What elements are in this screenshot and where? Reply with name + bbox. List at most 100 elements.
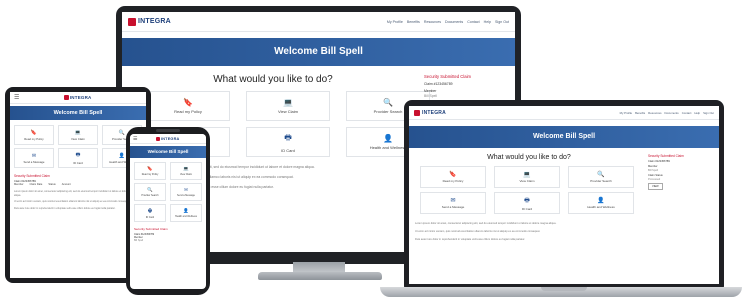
tile-health-wellness[interactable]: 👤 Health and Wellness bbox=[170, 204, 202, 222]
tile-provider-search[interactable]: 🔍 Provider Search bbox=[568, 166, 634, 188]
welcome-banner: Welcome Bill Spell bbox=[409, 126, 719, 148]
sidebar-sub: Bill Spell bbox=[424, 94, 438, 98]
tile-label: Health and Wellness bbox=[369, 145, 407, 150]
laptop-main: What would you like to do? 🔖 Read my Poli… bbox=[414, 154, 644, 214]
search-icon: 🔍 bbox=[383, 98, 393, 107]
smartphone: ☰ INTEGRA Welcome Bill Spell 🔖 Read my Po… bbox=[126, 127, 210, 295]
logo-mark-icon bbox=[414, 109, 420, 116]
nav-link[interactable]: Benefits bbox=[407, 20, 420, 24]
tile-send-message[interactable]: ✉Send a Message bbox=[170, 183, 202, 201]
nav-link[interactable]: Sign Out bbox=[495, 20, 509, 24]
tile-id-card[interactable]: 🖶 ID Card bbox=[134, 204, 166, 222]
envelope-icon: ✉ bbox=[450, 198, 456, 204]
nav-link[interactable]: Contact bbox=[467, 20, 479, 24]
column-header: Amount bbox=[61, 183, 71, 186]
phone-screen: ☰ INTEGRA Welcome Bill Spell 🔖 Read my Po… bbox=[130, 134, 206, 289]
column-header: Status bbox=[48, 183, 56, 186]
action-tiles: 🔖 Read my Policy 💻 View Claim 🔍 Provider Se… bbox=[420, 166, 644, 214]
nav-link[interactable]: Sign Out bbox=[703, 111, 714, 115]
logo-mark-icon bbox=[63, 95, 69, 100]
laptop-topbar: INTEGRA My Profile Benefits Resources Do… bbox=[409, 106, 719, 120]
tile-label: Provider Search bbox=[141, 194, 159, 197]
person-icon: 👤 bbox=[118, 152, 126, 159]
sidebar-sub: Processed bbox=[648, 178, 661, 181]
nav-link[interactable]: Help bbox=[484, 20, 491, 24]
tile-view-claim[interactable]: 💻 View Claim bbox=[494, 166, 560, 188]
laptop-body: What would you like to do? 🔖 Read my Poli… bbox=[409, 148, 719, 214]
phone-logo[interactable]: INTEGRA bbox=[155, 136, 180, 141]
tile-read-policy[interactable]: 🔖 Read my Policy bbox=[146, 91, 230, 121]
person-icon: 👤 bbox=[383, 134, 393, 143]
tile-label: Read my Policy bbox=[174, 109, 202, 114]
hamburger-icon[interactable]: ☰ bbox=[14, 94, 19, 101]
page-question: What would you like to do? bbox=[487, 154, 571, 161]
tile-view-claim[interactable]: 💻 View Claim bbox=[58, 125, 98, 145]
sidebar-row: Member bbox=[648, 165, 658, 168]
tile-id-card[interactable]: 🖶 ID Card bbox=[246, 127, 330, 157]
search-icon: 🔍 bbox=[147, 187, 153, 192]
laptop-logo[interactable]: INTEGRA bbox=[414, 109, 446, 116]
tile-label: View Claim bbox=[180, 173, 192, 176]
body-paragraph: Lorem ipsum dolor sit amet, consectetur … bbox=[415, 222, 557, 225]
tile-read-policy[interactable]: 🔖 Read my Policy bbox=[134, 162, 166, 180]
device-mockup-stage: INTEGRA My Profile Benefits Resources Do… bbox=[0, 0, 743, 308]
desktop-topbar: INTEGRA My Profile Benefits Resources Do… bbox=[122, 12, 515, 32]
person-icon: 👤 bbox=[183, 208, 189, 213]
sidebar-title: Security Submitted Claim bbox=[648, 154, 684, 158]
nav-link[interactable]: Help bbox=[694, 111, 700, 115]
laptop-lid-notch bbox=[541, 287, 587, 291]
tile-id-card[interactable]: 🖶 ID Card bbox=[58, 148, 98, 168]
laptop-icon: 💻 bbox=[183, 166, 189, 171]
sidebar-title: Security Submitted Claim bbox=[134, 227, 168, 231]
logo-mark-icon bbox=[155, 136, 160, 141]
printer-icon: 🖶 bbox=[75, 151, 81, 158]
hamburger-icon[interactable]: ☰ bbox=[133, 136, 137, 142]
logo-text: INTEGRA bbox=[422, 109, 446, 116]
laptop-icon: 💻 bbox=[523, 172, 531, 178]
tile-read-policy[interactable]: 🔖 Read my Policy bbox=[14, 125, 54, 145]
tile-label: ID Card bbox=[521, 206, 533, 211]
envelope-icon: ✉ bbox=[184, 187, 188, 192]
nav-link[interactable]: Resources bbox=[648, 111, 661, 115]
tile-label: Send a Message bbox=[23, 159, 45, 164]
tile-send-message[interactable]: ✉Send a Message bbox=[420, 192, 486, 214]
tile-provider-search[interactable]: 🔍 Provider Search bbox=[134, 183, 166, 201]
nav-link[interactable]: Documents bbox=[665, 111, 679, 115]
body-paragraph: Lorem ipsum dolor sit amet, consectetur … bbox=[14, 190, 137, 197]
tile-label: View Claim bbox=[519, 179, 535, 183]
logo-text: INTEGRA bbox=[69, 95, 92, 100]
body-paragraph: Ut enim ad minim veniam, quis nostrud ex… bbox=[415, 229, 541, 233]
tile-view-claim[interactable]: 💻 View Claim bbox=[246, 91, 330, 121]
logo-mark-icon bbox=[128, 17, 136, 26]
tile-label: Health and Wellness bbox=[175, 215, 197, 218]
printer-icon: 🖶 bbox=[147, 208, 153, 213]
sidebar-row: Claim #123456789 bbox=[648, 160, 670, 163]
tile-label: Read my Policy bbox=[24, 136, 44, 141]
search-icon: 🔍 bbox=[118, 129, 126, 136]
tile-label: Provider Search bbox=[373, 109, 403, 114]
tile-read-policy[interactable]: 🔖 Read my Policy bbox=[420, 166, 486, 188]
desktop-logo[interactable]: INTEGRA bbox=[128, 17, 171, 26]
nav-link[interactable]: Benefits bbox=[635, 111, 645, 115]
printer-icon: 🖶 bbox=[524, 197, 530, 204]
tile-label: Provider Search bbox=[590, 179, 612, 183]
nav-link[interactable]: Documents bbox=[445, 20, 463, 24]
tile-label: Read my Policy bbox=[141, 173, 159, 176]
tile-label: Send a Message bbox=[441, 205, 465, 209]
tile-send-message[interactable]: ✉Send a Message bbox=[14, 148, 54, 168]
nav-link[interactable]: My Profile bbox=[620, 111, 632, 115]
tile-id-card[interactable]: 🖶 ID Card bbox=[494, 192, 560, 214]
laptop-paragraphs: Lorem ipsum dolor sit amet, consectetur … bbox=[409, 214, 719, 242]
phone-speaker bbox=[156, 129, 180, 132]
bookmark-icon: 🔖 bbox=[183, 98, 193, 107]
laptop-nav: My Profile Benefits Resources Documents … bbox=[620, 111, 714, 115]
tile-health-wellness[interactable]: 👤 Health and Wellness bbox=[568, 192, 634, 214]
nav-link[interactable]: Resources bbox=[424, 20, 441, 24]
tablet-logo[interactable]: INTEGRA bbox=[63, 95, 92, 100]
sidebar-sub: Bill Spell bbox=[648, 169, 658, 172]
view-claim-button[interactable]: VIEW bbox=[648, 183, 663, 190]
nav-link[interactable]: My Profile bbox=[387, 20, 403, 24]
tile-view-claim[interactable]: 💻 View Claim bbox=[170, 162, 202, 180]
person-icon: 👤 bbox=[597, 198, 605, 204]
nav-link[interactable]: Contact bbox=[682, 111, 692, 115]
